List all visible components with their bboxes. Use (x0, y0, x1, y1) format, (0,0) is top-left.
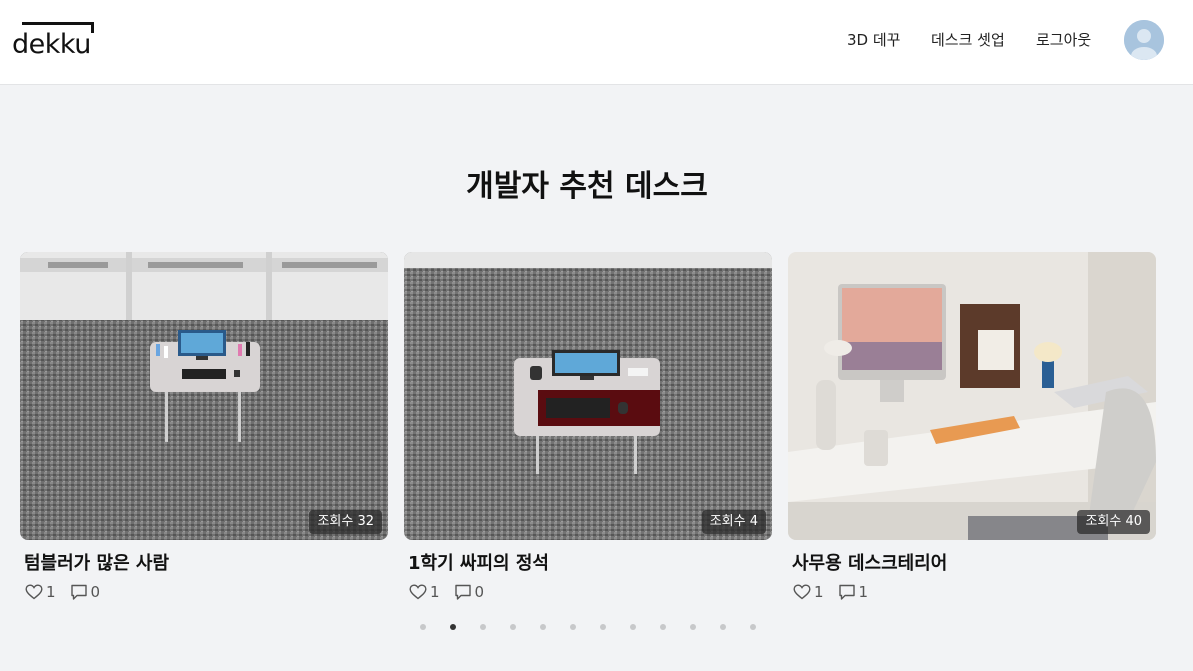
speech-bubble-icon (838, 584, 855, 600)
desk-card-image[interactable]: 조회수 40 (788, 252, 1156, 540)
desk-card-title[interactable]: 1학기 싸피의 정석 (404, 552, 772, 576)
comment-button[interactable]: 0 (70, 583, 101, 601)
pagination-dot[interactable] (750, 624, 756, 630)
desk-card[interactable]: 조회수 40 사무용 데스크테리어 1 1 (788, 252, 1156, 602)
like-button[interactable]: 1 (409, 583, 440, 601)
pagination-dot[interactable] (540, 624, 546, 630)
comment-button[interactable]: 0 (454, 583, 485, 601)
logo-leg (91, 22, 94, 33)
pagination-dot[interactable] (600, 624, 606, 630)
section-title: 개발자 추천 데스크 (466, 169, 708, 204)
like-count: 1 (46, 583, 56, 601)
speech-bubble-icon (454, 584, 471, 600)
user-avatar-icon[interactable] (1124, 20, 1164, 60)
pagination-dot[interactable] (480, 624, 486, 630)
desk-card-meta: 1 0 (404, 582, 772, 602)
comment-count: 1 (858, 583, 869, 601)
desk-card[interactable]: 조회수 4 1학기 싸피의 정석 1 0 (404, 252, 772, 602)
pagination-dot[interactable] (660, 624, 666, 630)
pagination-dot[interactable] (720, 624, 726, 630)
nav-desk-setup[interactable]: 데스크 셋업 (931, 30, 1005, 50)
desk-card-image[interactable]: 조회수 4 (404, 252, 772, 540)
desk-card[interactable]: 조회수 32 텀블러가 많은 사람 1 0 (20, 252, 388, 602)
dekku-logo[interactable]: dekku (12, 22, 94, 60)
comment-count: 0 (90, 583, 101, 601)
comment-button[interactable]: 1 (838, 583, 869, 601)
pagination-dot[interactable] (690, 624, 696, 630)
like-button[interactable]: 1 (25, 583, 56, 601)
pagination-dot[interactable] (420, 624, 426, 630)
comment-count: 0 (474, 583, 485, 601)
heart-outline-icon (409, 584, 427, 600)
like-button[interactable]: 1 (793, 583, 824, 601)
heart-outline-icon (25, 584, 43, 600)
desk-card-title[interactable]: 사무용 데스크테리어 (788, 552, 1156, 576)
like-count: 1 (430, 583, 440, 601)
pagination-dot[interactable] (450, 624, 456, 630)
pagination-dot[interactable] (570, 624, 576, 630)
carousel-pagination (420, 623, 780, 631)
view-count-badge: 조회수 40 (1077, 510, 1150, 534)
desk-card-image[interactable]: 조회수 32 (20, 252, 388, 540)
nav-3d-demo[interactable]: 3D 데꾸 (847, 30, 900, 50)
pagination-dot[interactable] (630, 624, 636, 630)
nav-logout[interactable]: 로그아웃 (1036, 30, 1091, 50)
view-count-badge: 조회수 32 (309, 510, 382, 534)
desk-card-meta: 1 0 (20, 582, 388, 602)
desk-card-meta: 1 1 (788, 582, 1156, 602)
like-count: 1 (814, 583, 824, 601)
logo-text: dekku (12, 29, 91, 60)
logo-bar (22, 22, 93, 25)
heart-outline-icon (793, 584, 811, 600)
top-header: dekku 3D 데꾸 데스크 셋업 로그아웃 (0, 0, 1193, 85)
desk-card-title[interactable]: 텀블러가 많은 사람 (20, 552, 388, 576)
pagination-dot[interactable] (510, 624, 516, 630)
speech-bubble-icon (70, 584, 87, 600)
view-count-badge: 조회수 4 (701, 510, 766, 534)
